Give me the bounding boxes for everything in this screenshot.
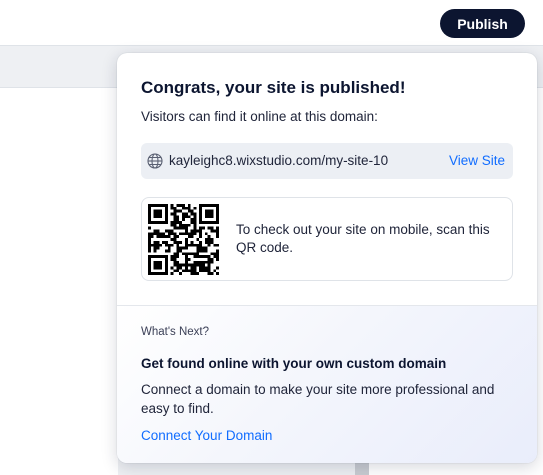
domain-box: kayleighc8.wixstudio.com/my-site-10 View…: [141, 143, 513, 179]
globe-icon: [147, 153, 163, 169]
connect-domain-link[interactable]: Connect Your Domain: [141, 428, 272, 443]
whats-next-title: Get found online with your own custom do…: [141, 356, 447, 371]
site-domain-url: kayleighc8.wixstudio.com/my-site-10: [169, 153, 389, 168]
qr-instructions: To check out your site on mobile, scan t…: [236, 222, 490, 255]
publish-button[interactable]: Publish: [440, 9, 525, 38]
editor-canvas: [0, 88, 118, 475]
top-toolbar: Publish: [0, 0, 543, 46]
whats-next-body: Connect a domain to make your site more …: [141, 382, 495, 416]
whats-next-section: What's Next? Get found online with your …: [117, 305, 537, 463]
qr-code: [148, 204, 219, 275]
publish-success-popover: Congrats, your site is published! Visito…: [117, 53, 537, 463]
whats-next-label: What's Next?: [141, 326, 210, 338]
popover-subtitle: Visitors can find it online at this doma…: [141, 109, 378, 124]
view-site-link[interactable]: View Site: [449, 153, 505, 168]
popover-title: Congrats, your site is published!: [141, 78, 406, 97]
qr-code-box: To check out your site on mobile, scan t…: [141, 197, 513, 281]
